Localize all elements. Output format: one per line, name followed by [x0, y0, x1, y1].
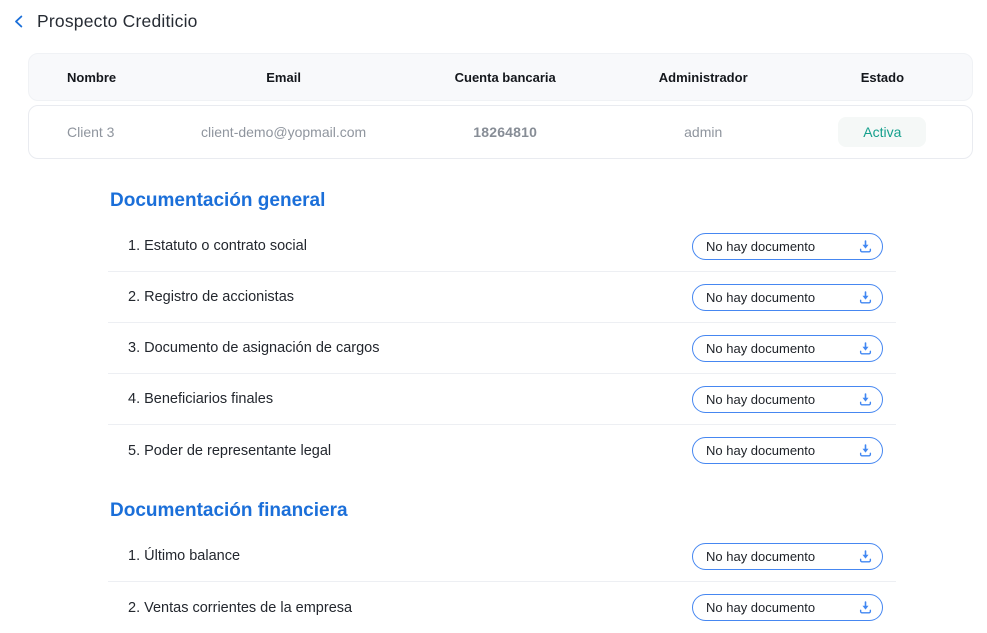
- no-document-button[interactable]: No hay documento: [692, 543, 883, 570]
- download-icon: [858, 600, 873, 615]
- document-label: 2. Ventas corrientes de la empresa: [128, 600, 352, 616]
- no-document-button-label: No hay documento: [706, 290, 815, 305]
- no-document-button[interactable]: No hay documento: [692, 594, 883, 621]
- sections: Documentación general 1. Estatuto o cont…: [108, 190, 896, 633]
- no-document-button[interactable]: No hay documento: [692, 437, 883, 464]
- download-icon: [858, 443, 873, 458]
- client-email: client-demo@yopmail.com: [201, 124, 366, 140]
- document-section: Documentación general 1. Estatuto o cont…: [108, 190, 896, 476]
- column-header-email: Email: [266, 70, 301, 85]
- document-label: 3. Documento de asignación de cargos: [128, 340, 380, 356]
- document-row: 2. Ventas corrientes de la empresa No ha…: [108, 582, 896, 633]
- chevron-left-icon: [11, 13, 27, 30]
- no-document-button-label: No hay documento: [706, 549, 815, 564]
- client-name: Client 3: [29, 124, 114, 140]
- column-header-administrador: Administrador: [659, 70, 748, 85]
- column-header-estado: Estado: [861, 70, 904, 85]
- download-icon: [858, 392, 873, 407]
- client-table-row: Client 3 client-demo@yopmail.com 1826481…: [28, 105, 973, 159]
- no-document-button[interactable]: No hay documento: [692, 386, 883, 413]
- no-document-button-label: No hay documento: [706, 392, 815, 407]
- column-header-cuenta-bancaria: Cuenta bancaria: [455, 70, 556, 85]
- download-icon: [858, 341, 873, 356]
- no-document-button-label: No hay documento: [706, 239, 815, 254]
- document-label: 1. Último balance: [128, 548, 240, 564]
- page-header: Prospecto Crediticio: [0, 0, 987, 32]
- document-label: 4. Beneficiarios finales: [128, 391, 273, 407]
- client-status-cell: Activa: [838, 117, 926, 147]
- document-row: 1. Estatuto o contrato social No hay doc…: [108, 221, 896, 272]
- document-section: Documentación financiera 1. Último balan…: [108, 500, 896, 633]
- section-title: Documentación general: [110, 190, 896, 212]
- document-row: 4. Beneficiarios finales No hay document…: [108, 374, 896, 425]
- document-label: 5. Poder de representante legal: [128, 443, 331, 459]
- client-bank-account: 18264810: [473, 124, 537, 140]
- page-title: Prospecto Crediticio: [37, 11, 198, 32]
- no-document-button[interactable]: No hay documento: [692, 284, 883, 311]
- document-label: 2. Registro de accionistas: [128, 289, 294, 305]
- no-document-button-label: No hay documento: [706, 600, 815, 615]
- client-table: Nombre Email Cuenta bancaria Administrad…: [28, 53, 973, 159]
- no-document-button[interactable]: No hay documento: [692, 233, 883, 260]
- status-badge: Activa: [838, 117, 926, 147]
- section-rows: 1. Último balance No hay documento 2. Ve…: [108, 531, 896, 633]
- no-document-button[interactable]: No hay documento: [692, 335, 883, 362]
- column-header-nombre: Nombre: [29, 70, 116, 85]
- client-table-header: Nombre Email Cuenta bancaria Administrad…: [28, 53, 973, 101]
- document-row: 5. Poder de representante legal No hay d…: [108, 425, 896, 476]
- download-icon: [858, 290, 873, 305]
- section-title: Documentación financiera: [110, 500, 896, 522]
- client-administrator: admin: [684, 124, 722, 140]
- document-label: 1. Estatuto o contrato social: [128, 238, 307, 254]
- section-rows: 1. Estatuto o contrato social No hay doc…: [108, 221, 896, 476]
- document-row: 3. Documento de asignación de cargos No …: [108, 323, 896, 374]
- document-row: 1. Último balance No hay documento: [108, 531, 896, 582]
- no-document-button-label: No hay documento: [706, 443, 815, 458]
- back-button[interactable]: [10, 12, 28, 32]
- document-row: 2. Registro de accionistas No hay docume…: [108, 272, 896, 323]
- download-icon: [858, 239, 873, 254]
- download-icon: [858, 549, 873, 564]
- no-document-button-label: No hay documento: [706, 341, 815, 356]
